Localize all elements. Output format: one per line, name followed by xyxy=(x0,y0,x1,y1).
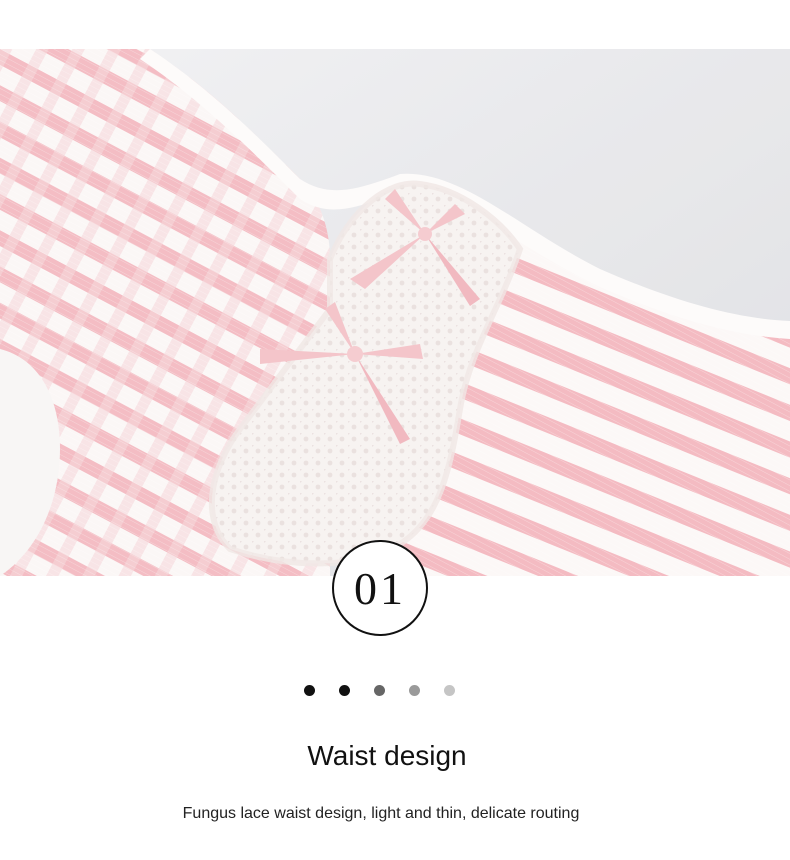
pagination-dot[interactable] xyxy=(444,684,455,696)
pagination-dot[interactable] xyxy=(339,684,350,696)
pagination-dot[interactable] xyxy=(374,684,385,696)
product-image xyxy=(0,49,790,576)
step-number: 01 xyxy=(354,562,406,614)
pagination-dots xyxy=(304,684,455,696)
step-number-badge: 01 xyxy=(332,540,428,636)
striped-fabric-photo xyxy=(0,49,790,576)
pagination-dot[interactable] xyxy=(409,684,420,696)
pagination-dot[interactable] xyxy=(304,684,315,696)
section-description: Fungus lace waist design, light and thin… xyxy=(182,805,580,822)
section-title: Waist design xyxy=(307,740,467,771)
